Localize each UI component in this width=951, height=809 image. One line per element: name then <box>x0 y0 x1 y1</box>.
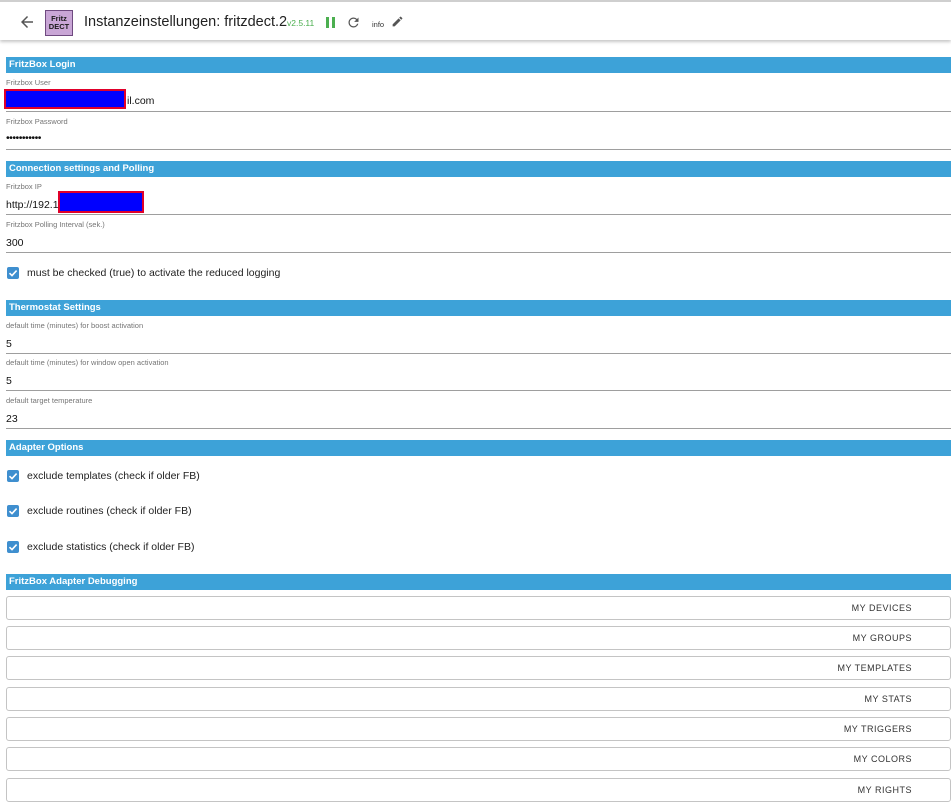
fritzbox-password-input[interactable]: ••••••••••• <box>6 132 41 144</box>
exclude-routines-checkbox[interactable] <box>7 505 19 517</box>
boost-time-input[interactable]: 5 <box>6 338 12 350</box>
my-devices-button[interactable]: MY DEVICES <box>6 596 951 620</box>
my-triggers-button-label: MY TRIGGERS <box>843 724 912 734</box>
reduced-logging-checkbox[interactable] <box>7 267 19 279</box>
my-rights-button[interactable]: MY RIGHTS <box>6 778 951 802</box>
target-temperature-field[interactable]: default target temperature 23 <box>6 396 951 429</box>
section-header-thermostat: Thermostat Settings <box>6 300 951 316</box>
exclude-templates-label: exclude templates (check if older FB) <box>27 470 200 482</box>
fritzbox-user-field[interactable]: Fritzbox User il.com <box>6 78 951 112</box>
boost-time-label: default time (minutes) for boost activat… <box>6 321 144 330</box>
window-open-time-field[interactable]: default time (minutes) for window open a… <box>6 358 951 391</box>
redacted-block <box>4 89 126 109</box>
reload-icon[interactable] <box>346 15 361 30</box>
polling-interval-label: Fritzbox Polling Interval (sek.) <box>6 220 105 229</box>
exclude-routines-label: exclude routines (check if older FB) <box>27 505 192 517</box>
edit-pencil-icon[interactable] <box>391 15 404 28</box>
fritzbox-ip-label: Fritzbox IP <box>6 182 42 191</box>
my-stats-button[interactable]: MY STATS <box>6 687 951 711</box>
page-title: Instanzeinstellungen: fritzdect.2 <box>84 14 288 30</box>
my-templates-button[interactable]: MY TEMPLATES <box>6 656 951 680</box>
redacted-block <box>58 191 144 213</box>
back-arrow-icon[interactable] <box>18 13 36 31</box>
section-header-adapter-options: Adapter Options <box>6 440 951 456</box>
reduced-logging-label: must be checked (true) to activate the r… <box>27 267 281 279</box>
my-devices-button-label: MY DEVICES <box>851 603 912 613</box>
top-bar: Fritz DECT Instanzeinstellungen: fritzde… <box>0 0 951 40</box>
my-triggers-button[interactable]: MY TRIGGERS <box>6 717 951 741</box>
info-link[interactable]: info <box>372 20 384 29</box>
polling-interval-field[interactable]: Fritzbox Polling Interval (sek.) 300 <box>6 220 951 253</box>
window-open-time-input[interactable]: 5 <box>6 375 12 387</box>
exclude-statistics-label: exclude statistics (check if older FB) <box>27 541 195 553</box>
my-groups-button[interactable]: MY GROUPS <box>6 626 951 650</box>
fritzbox-ip-input[interactable]: http://192.1 <box>6 199 59 211</box>
logo-line2: DECT <box>48 22 70 31</box>
section-header-connection: Connection settings and Polling <box>6 161 951 177</box>
exclude-statistics-checkbox[interactable] <box>7 541 19 553</box>
window-open-time-label: default time (minutes) for window open a… <box>6 358 169 367</box>
checkmark-icon <box>8 270 18 277</box>
fritzdect-logo: Fritz DECT <box>45 10 73 36</box>
fritzbox-user-input[interactable]: il.com <box>127 95 154 107</box>
fritzbox-user-label: Fritzbox User <box>6 78 51 87</box>
checkmark-icon <box>8 544 18 551</box>
section-header-debugging: FritzBox Adapter Debugging <box>6 574 951 590</box>
fritzbox-ip-field[interactable]: Fritzbox IP http://192.1 <box>6 182 951 215</box>
my-groups-button-label: MY GROUPS <box>852 633 912 643</box>
my-templates-button-label: MY TEMPLATES <box>837 663 912 673</box>
fritzbox-password-label: Fritzbox Password <box>6 117 68 126</box>
target-temperature-input[interactable]: 23 <box>6 413 18 425</box>
polling-interval-input[interactable]: 300 <box>6 237 24 249</box>
boost-time-field[interactable]: default time (minutes) for boost activat… <box>6 321 951 354</box>
exclude-templates-checkbox[interactable] <box>7 470 19 482</box>
fritzbox-password-field[interactable]: Fritzbox Password ••••••••••• <box>6 117 951 150</box>
my-stats-button-label: MY STATS <box>864 694 912 704</box>
my-colors-button[interactable]: MY COLORS <box>6 747 951 771</box>
pause-icon[interactable] <box>325 16 337 29</box>
my-colors-button-label: MY COLORS <box>853 754 912 764</box>
section-header-login: FritzBox Login <box>6 57 951 73</box>
my-rights-button-label: MY RIGHTS <box>857 785 912 795</box>
target-temperature-label: default target temperature <box>6 396 93 405</box>
version-label: v2.5.11 <box>287 18 315 28</box>
checkmark-icon <box>8 473 18 480</box>
checkmark-icon <box>8 508 18 515</box>
